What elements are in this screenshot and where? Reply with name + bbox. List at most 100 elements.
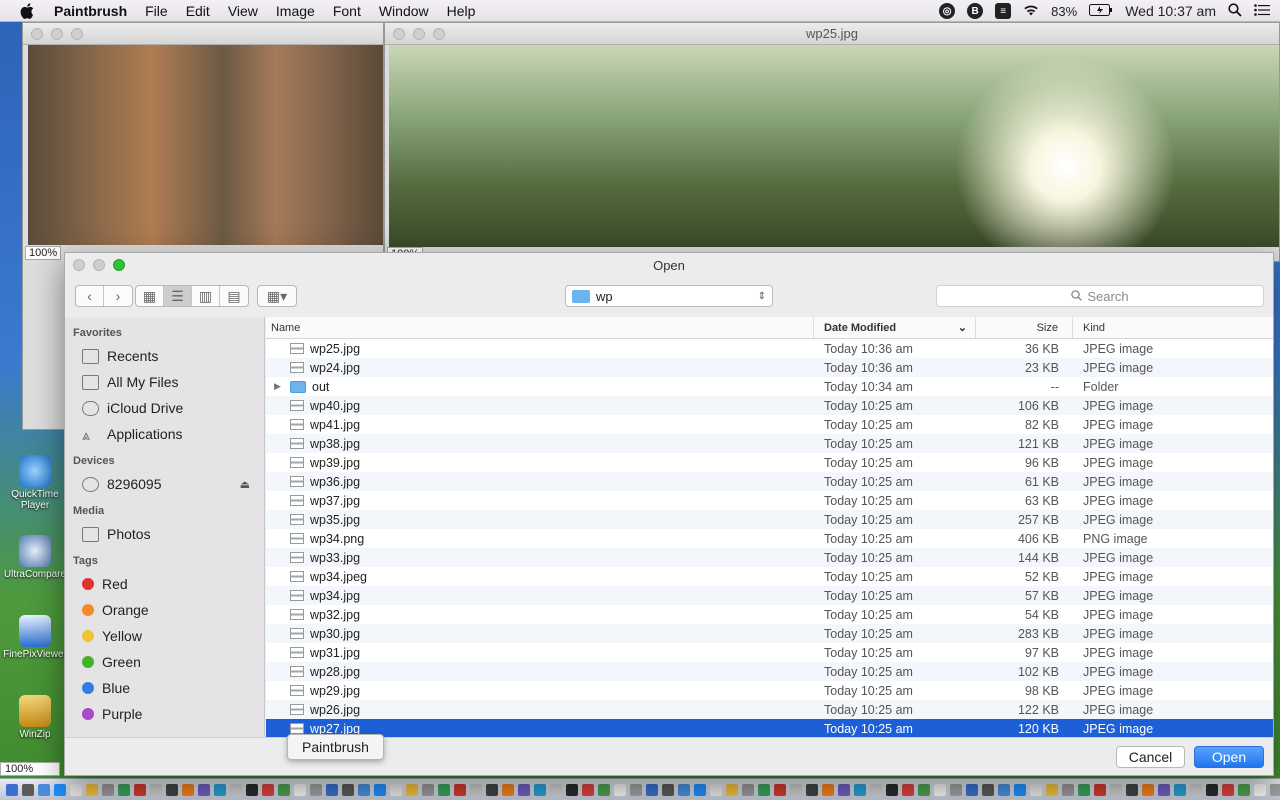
sidebar-item-all-my-files[interactable]: All My Files [65, 369, 264, 395]
table-row[interactable]: wp24.jpg Today 10:36 am 23 KB JPEG image [266, 358, 1273, 377]
sidebar-item-icloud-drive[interactable]: iCloud Drive [65, 395, 264, 421]
dock-app-icon[interactable] [134, 783, 146, 796]
dock-app-icon[interactable] [694, 783, 706, 796]
dock-app-icon[interactable] [550, 783, 562, 796]
dock-app-icon[interactable] [246, 783, 258, 796]
dock-app-icon[interactable] [182, 783, 194, 796]
table-row[interactable]: wp27.jpg Today 10:25 am 120 KB JPEG image [266, 719, 1273, 737]
column-view-button[interactable]: ▥ [192, 286, 220, 306]
dock-app-icon[interactable] [374, 783, 386, 796]
dock-app-icon[interactable] [118, 783, 130, 796]
dock-app-icon[interactable] [1014, 783, 1026, 796]
table-row[interactable]: wp36.jpg Today 10:25 am 61 KB JPEG image [266, 472, 1273, 491]
dock-app-icon[interactable] [1174, 783, 1186, 796]
open-button[interactable]: Open [1194, 746, 1264, 768]
wifi-icon[interactable] [1023, 3, 1039, 19]
disclosure-triangle-icon[interactable]: ▶ [274, 381, 284, 392]
dock-app-icon[interactable] [1222, 783, 1234, 796]
dock-app-icon[interactable] [1094, 783, 1106, 796]
table-row[interactable]: wp38.jpg Today 10:25 am 121 KB JPEG image [266, 434, 1273, 453]
column-header-size[interactable]: Size [976, 317, 1073, 338]
dock-app-icon[interactable] [1238, 783, 1250, 796]
dock-app-icon[interactable] [166, 783, 178, 796]
dock-app-icon[interactable] [486, 783, 498, 796]
menu-help[interactable]: Help [447, 3, 476, 19]
sidebar-item-device[interactable]: 8296095 ⏏ [65, 471, 264, 497]
dock-app-icon[interactable] [870, 783, 882, 796]
dock-app-icon[interactable] [1062, 783, 1074, 796]
table-row[interactable]: wp31.jpg Today 10:25 am 97 KB JPEG image [266, 643, 1273, 662]
dock-app-icon[interactable] [38, 783, 50, 796]
table-row[interactable]: ▶ out Today 10:34 am -- Folder [266, 377, 1273, 396]
table-row[interactable]: wp34.png Today 10:25 am 406 KB PNG image [266, 529, 1273, 548]
dock-app-icon[interactable] [102, 783, 114, 796]
dock-app-icon[interactable] [934, 783, 946, 796]
dock-app-icon[interactable] [262, 783, 274, 796]
dock-app-icon[interactable] [902, 783, 914, 796]
menu-image[interactable]: Image [276, 3, 315, 19]
dock-app-icon[interactable] [854, 783, 866, 796]
column-header-name[interactable]: Name [266, 317, 814, 338]
sidebar-item-recents[interactable]: Recents [65, 343, 264, 369]
menu-file[interactable]: File [145, 3, 168, 19]
dock-app-icon[interactable] [86, 783, 98, 796]
dock-app-icon[interactable] [230, 783, 242, 796]
dock-app-icon[interactable] [422, 783, 434, 796]
dock-app-icon[interactable] [22, 783, 34, 796]
list-view-button[interactable]: ☰ [164, 286, 192, 306]
dock-app-icon[interactable] [454, 783, 466, 796]
dock-app-icon[interactable] [582, 783, 594, 796]
dock-app-icon[interactable] [1142, 783, 1154, 796]
dock-app-icon[interactable] [1078, 783, 1090, 796]
arrange-button[interactable]: ▦▾ [257, 285, 297, 307]
dock-app-icon[interactable] [886, 783, 898, 796]
dock-app-icon[interactable] [1206, 783, 1218, 796]
table-row[interactable]: wp26.jpg Today 10:25 am 122 KB JPEG image [266, 700, 1273, 719]
eject-icon[interactable]: ⏏ [240, 478, 250, 491]
table-row[interactable]: wp41.jpg Today 10:25 am 82 KB JPEG image [266, 415, 1273, 434]
spotlight-search-icon[interactable] [1228, 2, 1242, 20]
dock-app-icon[interactable] [982, 783, 994, 796]
status-app-icon[interactable]: ◎ [939, 3, 956, 19]
sidebar-item-tag-red[interactable]: Red [65, 571, 264, 597]
dock-app-icon[interactable] [1158, 783, 1170, 796]
dock-app-icon[interactable] [358, 783, 370, 796]
search-field[interactable]: Search [936, 285, 1264, 307]
window-titlebar[interactable]: wp25.jpg [385, 23, 1279, 45]
dock-app-icon[interactable] [150, 783, 162, 796]
dock-app-icon[interactable] [918, 783, 930, 796]
dock-app-icon[interactable] [678, 783, 690, 796]
menu-window[interactable]: Window [379, 3, 429, 19]
dock-app-icon[interactable] [406, 783, 418, 796]
cover-flow-button[interactable]: ▤ [220, 286, 248, 306]
dock-app-icon[interactable] [598, 783, 610, 796]
dock-app-icon[interactable] [1030, 783, 1042, 796]
bitdefender-icon[interactable]: B [967, 3, 984, 19]
dock-app-icon[interactable] [6, 783, 18, 796]
dock-app-icon[interactable] [726, 783, 738, 796]
file-list[interactable]: Name Date Modified ⌄ Size Kind wp25.jpg To… [266, 317, 1273, 737]
zoom-level[interactable]: 100% [25, 246, 62, 260]
dock-app-icon[interactable] [534, 783, 546, 796]
dock-app-icon[interactable] [806, 783, 818, 796]
dock-app-icon[interactable] [1046, 783, 1058, 796]
dock-app-icon[interactable] [502, 783, 514, 796]
apple-menu-icon[interactable] [20, 2, 38, 19]
minimize-icon[interactable] [51, 27, 63, 40]
desktop-icon-quicktime[interactable]: QuickTime Player [0, 455, 70, 511]
open-dialog[interactable]: Open ‹ › ▦ ☰ ▥ ▤ ▦▾ wp ⇕ Search Favorite… [64, 252, 1274, 776]
battery-icon[interactable] [1089, 3, 1113, 19]
table-row[interactable]: wp33.jpg Today 10:25 am 144 KB JPEG image [266, 548, 1273, 567]
sidebar-item-photos[interactable]: Photos [65, 521, 264, 547]
dock-app-icon[interactable] [950, 783, 962, 796]
dock-app-icon[interactable] [790, 783, 802, 796]
dock-app-icon[interactable] [742, 783, 754, 796]
desktop-icon-ultracompare[interactable]: UltraCompare [0, 535, 70, 580]
dock-app-icon[interactable] [54, 783, 66, 796]
dock-app-icon[interactable] [1190, 783, 1202, 796]
table-row[interactable]: wp29.jpg Today 10:25 am 98 KB JPEG image [266, 681, 1273, 700]
dock-app-icon[interactable] [614, 783, 626, 796]
dock-app-icon[interactable] [278, 783, 290, 796]
dialog-titlebar[interactable]: Open [65, 253, 1273, 277]
dock-app-icon[interactable] [470, 783, 482, 796]
